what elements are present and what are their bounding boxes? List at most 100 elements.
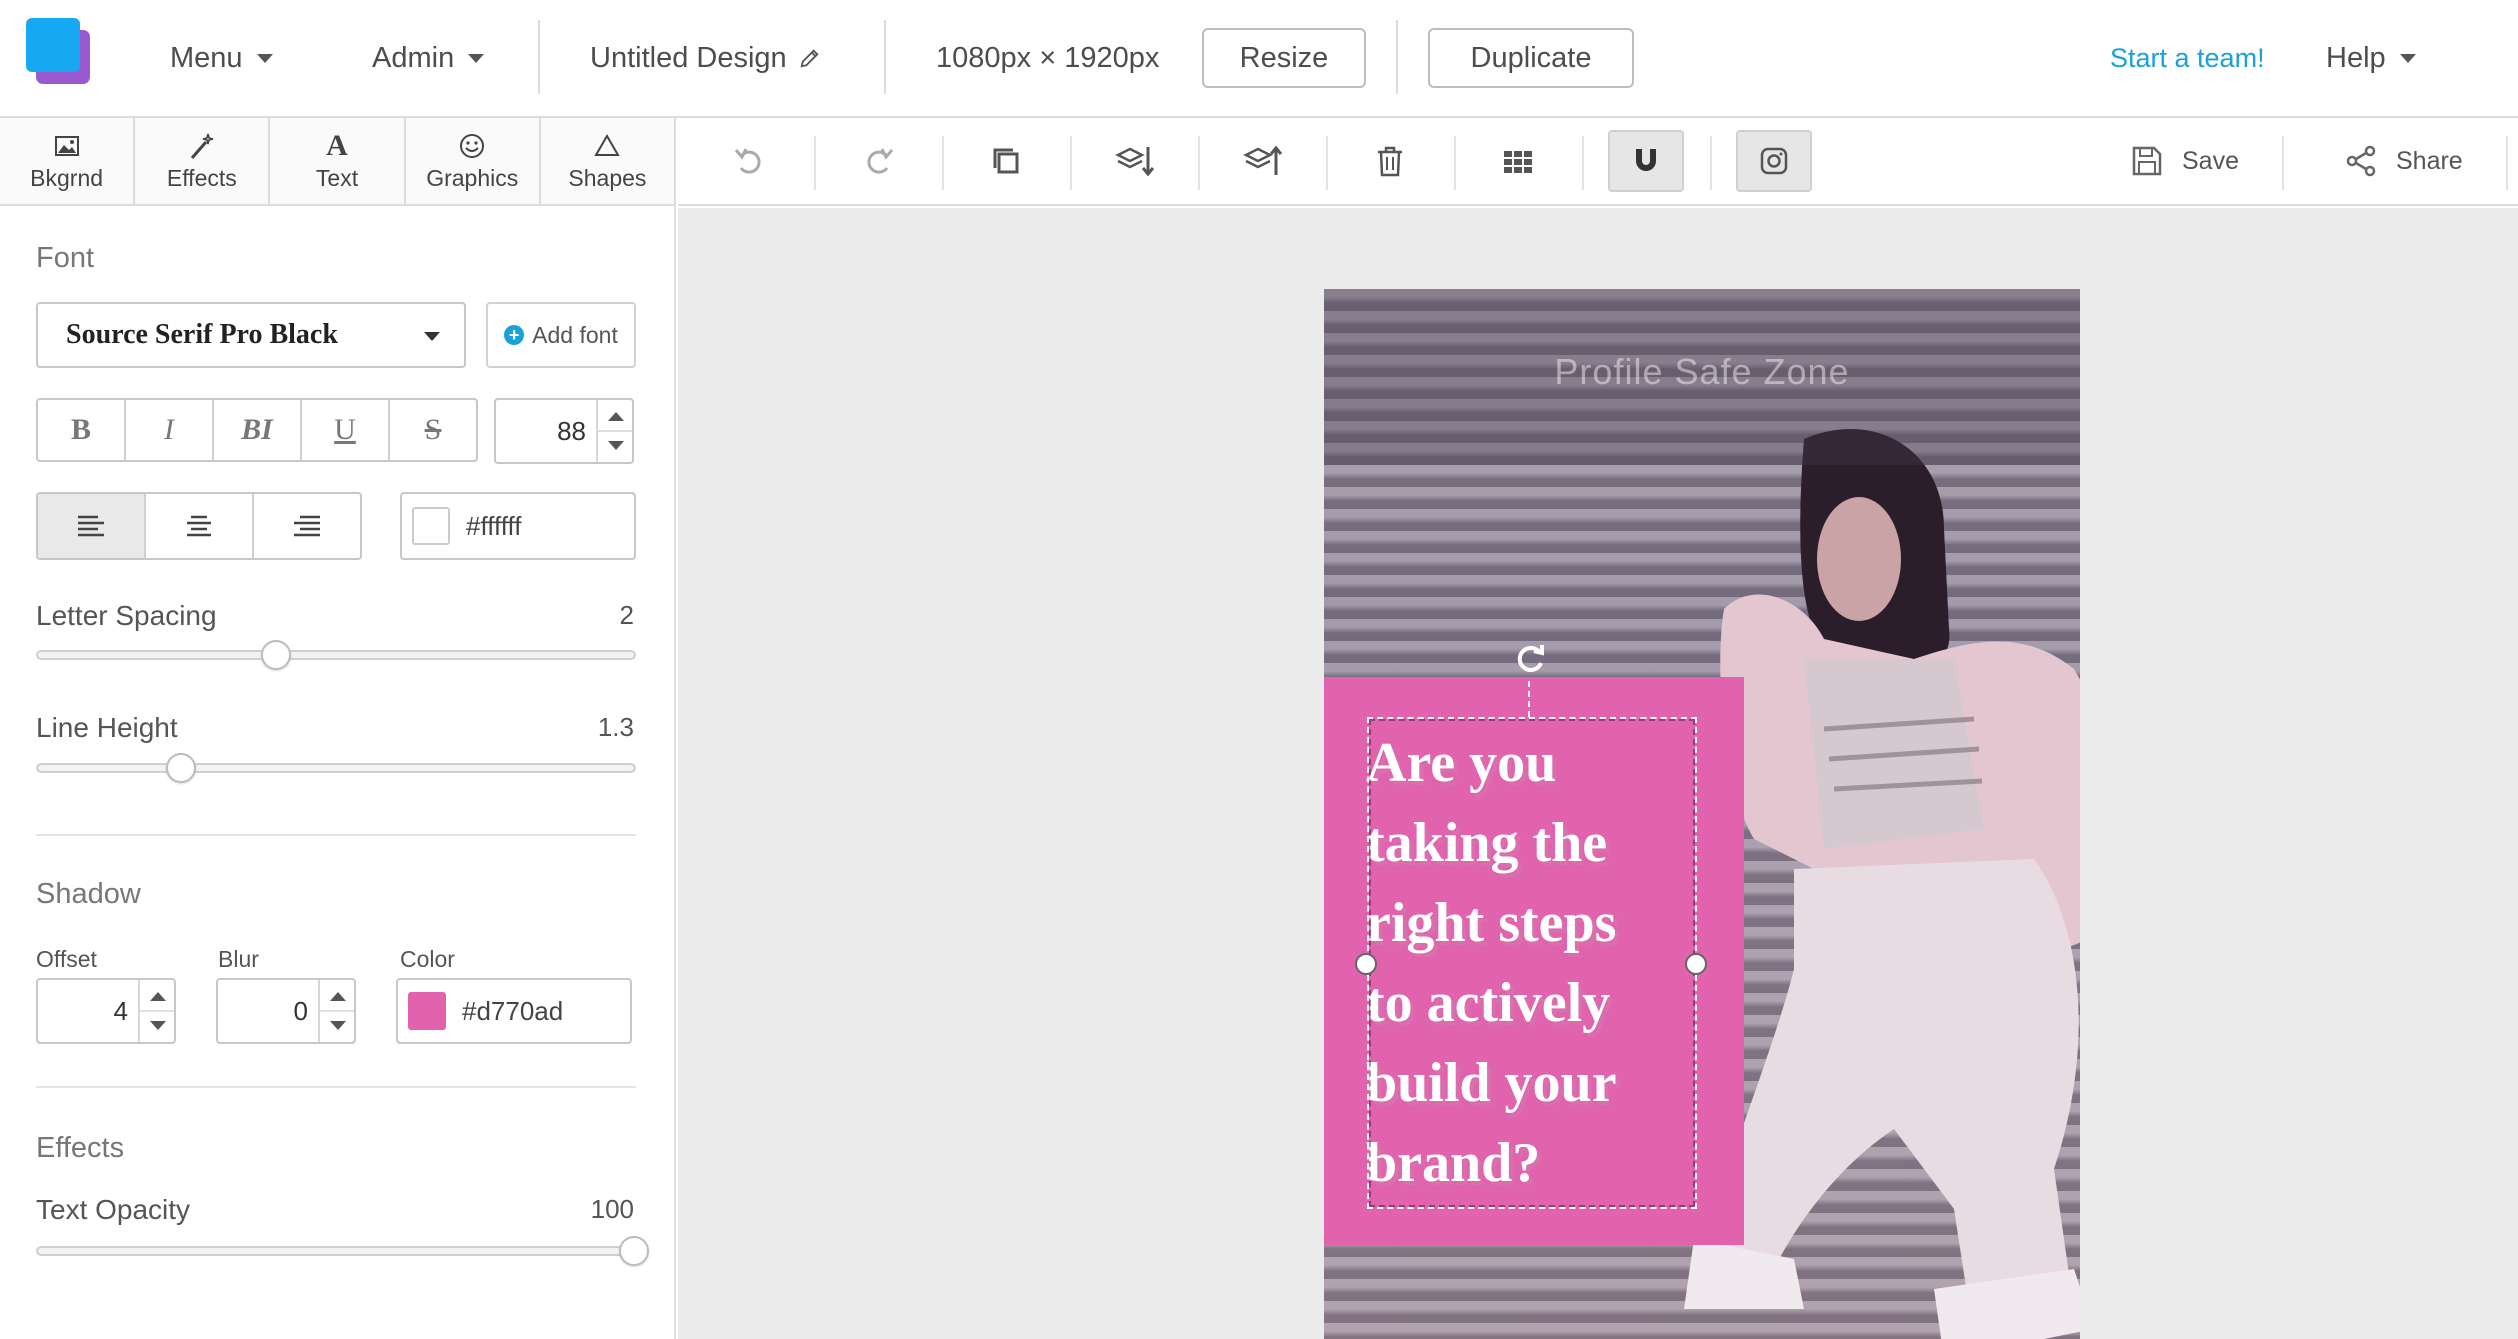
divider <box>2506 136 2508 190</box>
line-height-value: 1.3 <box>597 712 634 742</box>
tab-bkgrnd[interactable]: Bkgrnd <box>0 118 136 204</box>
rotate-connector <box>1528 681 1530 717</box>
resize-handle-right[interactable] <box>1685 953 1707 975</box>
letter-spacing-thumb[interactable] <box>261 640 292 670</box>
caret-down-icon[interactable] <box>150 1021 166 1030</box>
shadow-color-field[interactable]: #d770ad <box>396 978 632 1044</box>
effects-section-title: Effects <box>36 1132 125 1164</box>
line-height-label: Line Height <box>36 712 178 743</box>
divider <box>538 20 540 94</box>
canvas-dimensions: 1080px × 1920px <box>936 41 1160 74</box>
undo-button[interactable] <box>712 130 788 192</box>
share-label: Share <box>2396 146 2463 175</box>
line-height-thumb[interactable] <box>166 753 197 783</box>
save-label: Save <box>2182 146 2239 175</box>
profile-safe-zone: Profile Safe Zone <box>1324 289 2080 465</box>
selection-box[interactable] <box>1367 717 1697 1209</box>
send-backward-button[interactable] <box>1096 130 1172 192</box>
caret-up-icon[interactable] <box>330 992 346 1001</box>
bold-italic-button[interactable]: BI <box>214 400 302 460</box>
tab-graphics[interactable]: Graphics <box>406 118 541 204</box>
shadow-offset-spinner[interactable] <box>138 980 174 1042</box>
redo-button[interactable] <box>840 130 916 192</box>
canvas-area[interactable]: Profile Safe Zone Are you taking the rig… <box>678 208 2518 1339</box>
save-button[interactable]: Save <box>2130 130 2239 192</box>
text-color-hex: #ffffff <box>466 510 522 541</box>
menu-dropdown[interactable]: Menu <box>170 0 273 116</box>
tab-text[interactable]: A Text <box>270 118 406 204</box>
underline-button[interactable]: U <box>302 400 390 460</box>
caret-up-icon[interactable] <box>150 992 166 1001</box>
text-opacity-slider[interactable] <box>36 1236 649 1266</box>
copy-button[interactable] <box>968 130 1044 192</box>
instagram-button[interactable] <box>1736 130 1812 192</box>
text-color-swatch[interactable] <box>412 507 450 545</box>
caret-down-icon[interactable] <box>330 1021 346 1030</box>
tab-effects-label: Effects <box>166 164 237 191</box>
letter-spacing-value: 2 <box>619 600 634 630</box>
font-section-title: Font <box>36 242 95 274</box>
font-size-spinner[interactable] <box>596 400 632 462</box>
delete-button[interactable] <box>1352 130 1428 192</box>
caret-down-icon[interactable] <box>608 441 624 450</box>
grid-icon <box>1504 151 1532 173</box>
align-left-button[interactable] <box>38 494 146 558</box>
chevron-down-icon <box>424 332 440 341</box>
bold-button[interactable]: B <box>38 400 126 460</box>
chevron-down-icon <box>468 53 485 63</box>
magnet-icon <box>1636 149 1656 171</box>
letter-spacing-label: Letter Spacing <box>36 600 217 631</box>
align-center-button[interactable] <box>146 494 254 558</box>
help-dropdown[interactable]: Help <box>2326 0 2416 116</box>
rotate-icon[interactable] <box>1512 641 1548 677</box>
smiley-icon <box>460 133 485 158</box>
plus-icon: + <box>504 325 525 345</box>
top-bar: Menu Admin Untitled Design 1080px × 1920… <box>0 0 2518 118</box>
align-right-button[interactable] <box>254 494 360 558</box>
strikethrough-button[interactable]: S <box>390 400 476 460</box>
grid-button[interactable] <box>1480 130 1556 192</box>
divider <box>1198 136 1200 190</box>
line-height-slider[interactable] <box>36 753 636 783</box>
tab-effects[interactable]: Effects <box>135 118 271 204</box>
divider <box>36 1086 636 1088</box>
font-size-value: 88 <box>557 415 586 446</box>
text-opacity-value: 100 <box>590 1194 634 1224</box>
align-center-icon <box>187 515 211 537</box>
shadow-offset-stepper[interactable]: 4 <box>36 978 176 1044</box>
text-opacity-thumb[interactable] <box>619 1236 649 1266</box>
snap-magnet-button[interactable] <box>1608 130 1684 192</box>
layer-down-icon <box>1115 147 1154 177</box>
trash-icon <box>1378 146 1402 177</box>
shadow-color-swatch[interactable] <box>408 992 446 1030</box>
text-color-field[interactable]: #ffffff <box>400 492 636 560</box>
italic-button[interactable]: I <box>126 400 214 460</box>
divider <box>1582 136 1584 190</box>
start-team-link[interactable]: Start a team! <box>2110 0 2265 116</box>
tab-shapes[interactable]: Shapes <box>541 118 674 204</box>
admin-dropdown[interactable]: Admin <box>372 0 485 116</box>
undo-icon <box>734 148 761 174</box>
menu-label: Menu <box>170 41 243 74</box>
add-font-button[interactable]: + Add font <box>486 302 636 368</box>
app-logo[interactable] <box>26 18 92 84</box>
shadow-color-hex: #d770ad <box>462 995 564 1026</box>
font-family-select[interactable]: Source Serif Pro Black <box>36 302 466 368</box>
caret-up-icon[interactable] <box>608 412 624 421</box>
letter-spacing-slider[interactable] <box>36 640 636 670</box>
share-button[interactable]: Share <box>2344 130 2463 192</box>
duplicate-button[interactable]: Duplicate <box>1428 28 1634 88</box>
divider <box>1396 20 1398 94</box>
shadow-blur-spinner[interactable] <box>318 980 354 1042</box>
font-size-stepper[interactable]: 88 <box>494 398 634 464</box>
instagram-icon <box>1760 147 1788 175</box>
pencil-icon <box>800 49 819 68</box>
bring-forward-button[interactable] <box>1224 130 1300 192</box>
design-canvas[interactable]: Profile Safe Zone Are you taking the rig… <box>1324 289 2080 1339</box>
tab-shapes-label: Shapes <box>568 164 647 191</box>
resize-handle-left[interactable] <box>1355 953 1377 975</box>
resize-button[interactable]: Resize <box>1202 28 1366 88</box>
shadow-blur-stepper[interactable]: 0 <box>216 978 356 1044</box>
design-title[interactable]: Untitled Design <box>590 0 821 116</box>
shadow-offset-label: Offset <box>36 946 97 972</box>
